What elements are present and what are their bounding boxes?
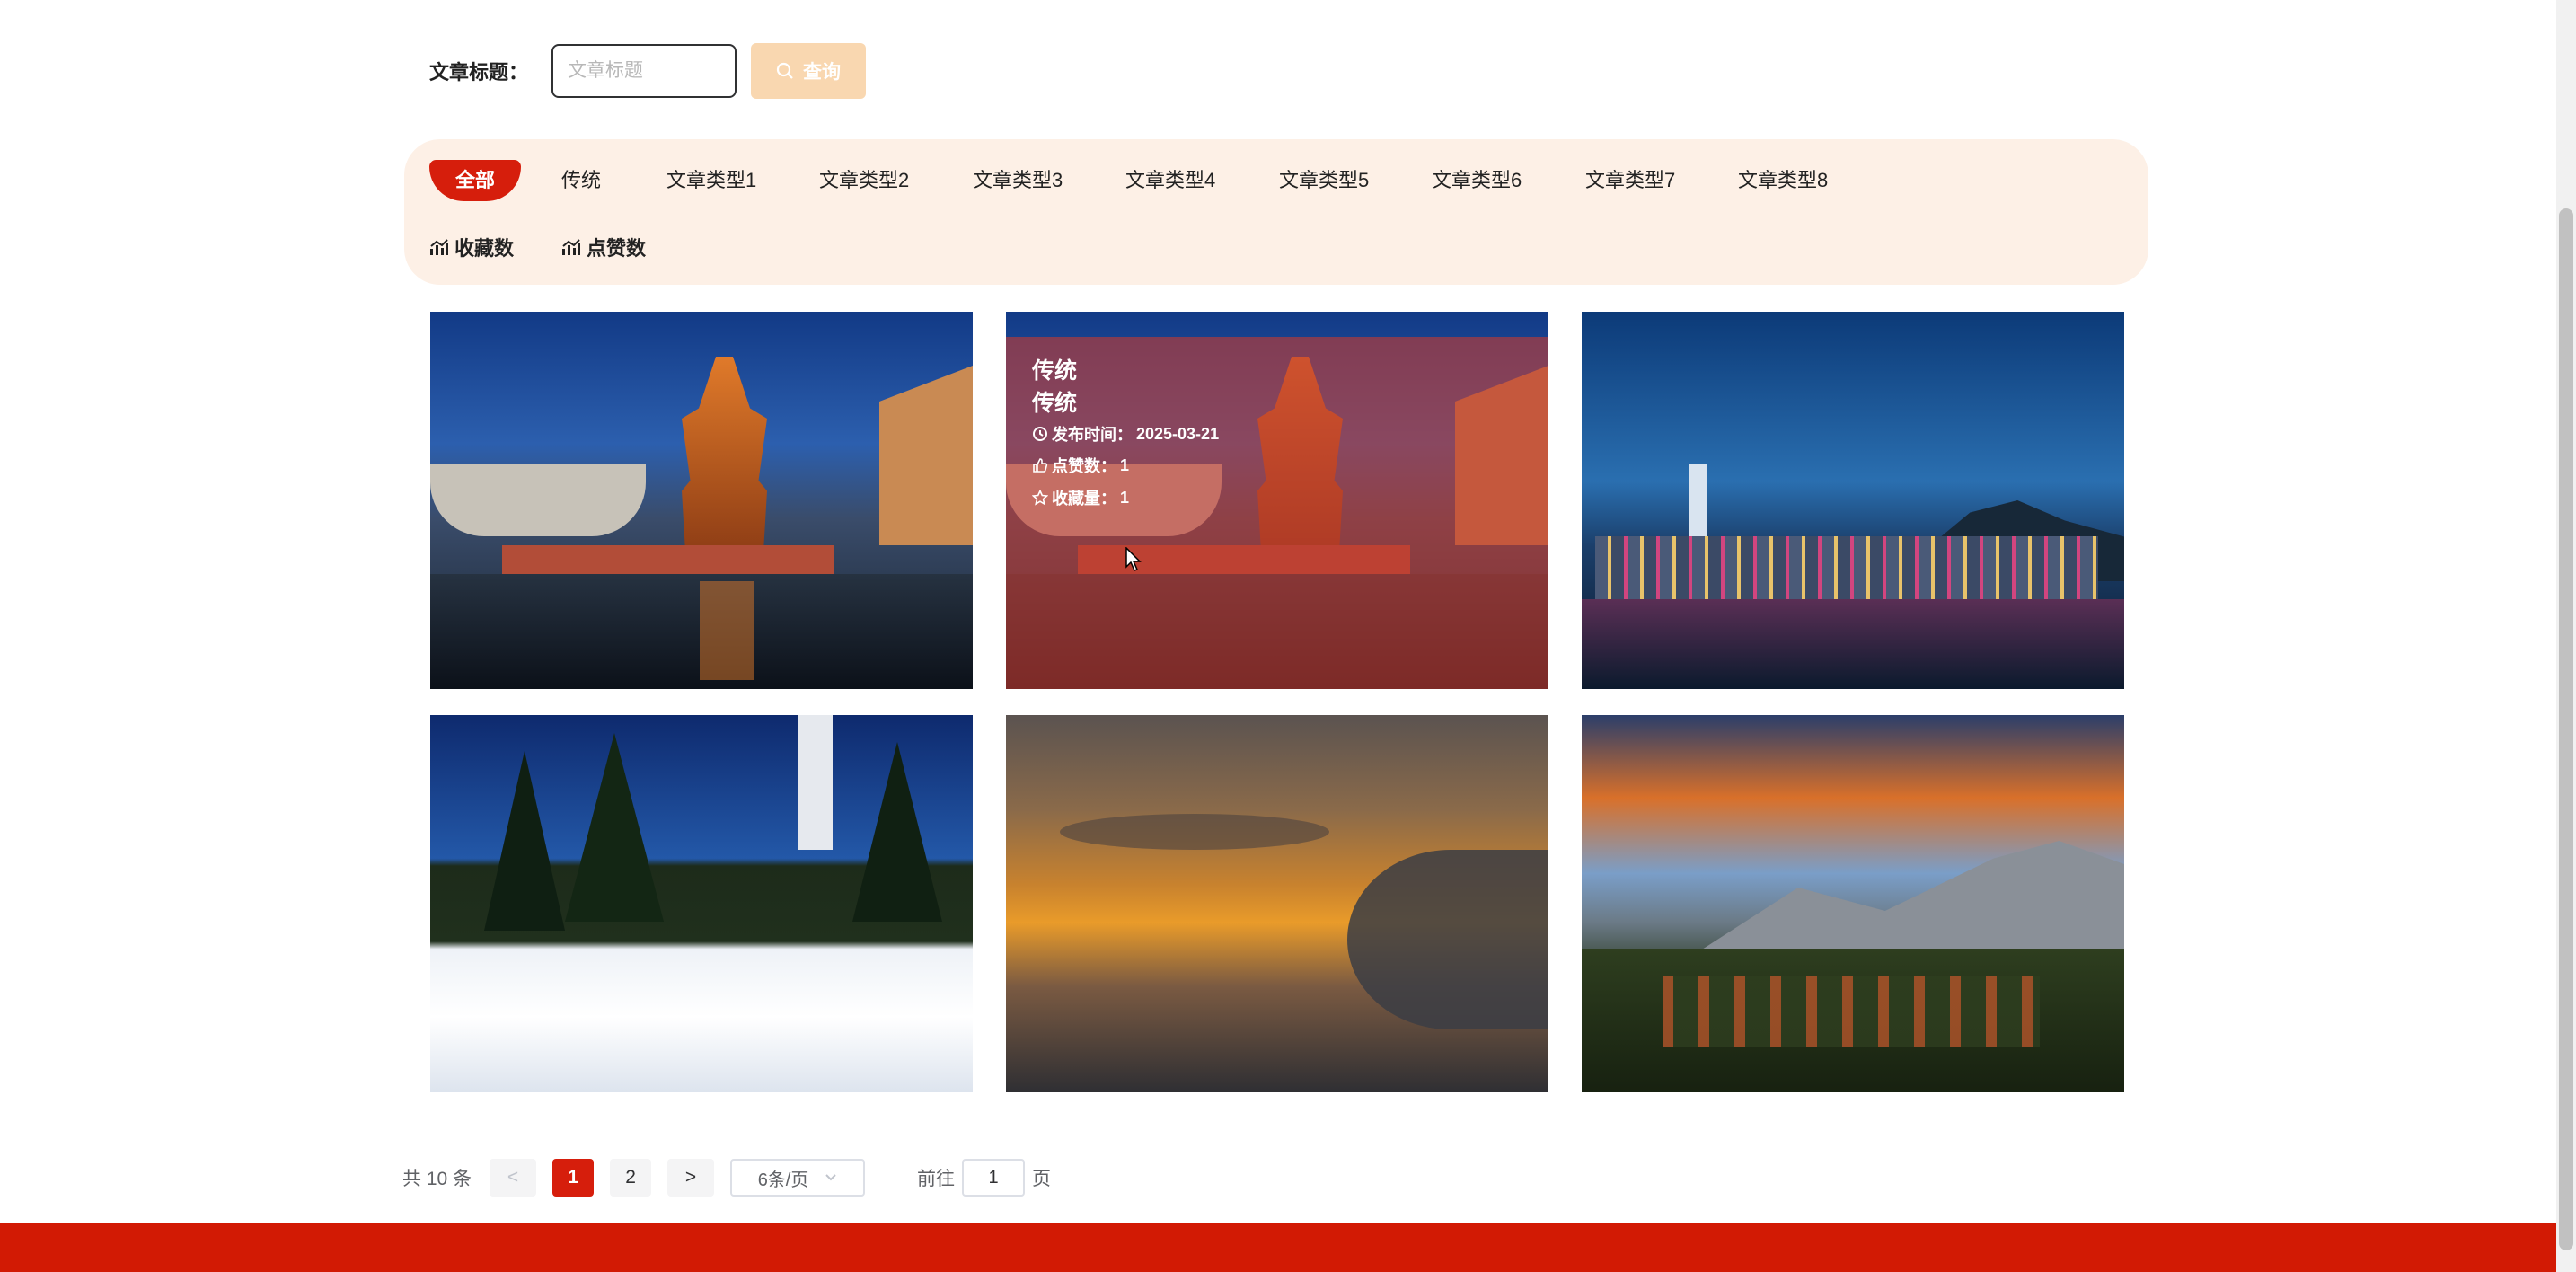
article-card[interactable]: 传统 传统 发布时间： 2025-03-21 点赞数： 1 收藏量： 1 <box>1006 312 1548 689</box>
bar-chart-icon <box>562 239 580 255</box>
thumbs-up-icon <box>1033 458 1048 473</box>
category-type-6[interactable]: 文章类型6 <box>1432 160 1522 201</box>
page-size-select[interactable]: 6条/页 <box>730 1159 866 1197</box>
category-type-1[interactable]: 文章类型1 <box>666 160 756 201</box>
card-title: 传统 <box>1032 358 1078 384</box>
article-card[interactable] <box>430 312 973 689</box>
chevron-down-icon <box>825 1174 837 1181</box>
card-likes: 点赞数： 1 <box>1032 454 1129 477</box>
article-thumbnail <box>1582 312 2124 689</box>
scrollbar-thumb[interactable] <box>2559 208 2573 1250</box>
star-icon <box>1032 490 1048 506</box>
footer-bar <box>0 1223 2556 1272</box>
next-page-button[interactable]: > <box>667 1159 715 1197</box>
article-thumbnail <box>1582 715 2124 1092</box>
article-thumbnail <box>1006 715 1548 1092</box>
clock-icon <box>1033 427 1047 441</box>
article-card[interactable] <box>1582 312 2124 689</box>
search-bar: 文章标题： 查询 <box>429 43 867 99</box>
search-label: 文章标题： <box>429 61 529 84</box>
mouse-cursor-icon <box>1125 547 1142 571</box>
category-all[interactable]: 全部 <box>429 160 521 201</box>
card-hover-overlay <box>1006 337 1548 689</box>
sort-by-likes[interactable]: 点赞数 <box>561 229 646 265</box>
search-button[interactable]: 查询 <box>751 43 867 99</box>
prev-page-button[interactable]: < <box>490 1159 537 1197</box>
goto-label: 前往 <box>917 1169 956 1189</box>
page-1-button[interactable]: 1 <box>552 1159 595 1197</box>
article-card[interactable] <box>430 715 973 1092</box>
category-type-8[interactable]: 文章类型8 <box>1738 160 1828 201</box>
sort-by-favorites[interactable]: 收藏数 <box>429 229 514 265</box>
page-2-button[interactable]: 2 <box>610 1159 652 1197</box>
category-type-7[interactable]: 文章类型7 <box>1585 160 1675 201</box>
article-card[interactable] <box>1582 715 2124 1092</box>
search-icon <box>776 62 793 79</box>
category-type-5[interactable]: 文章类型5 <box>1279 160 1369 201</box>
scrollbar-track[interactable] <box>2556 0 2576 1272</box>
search-input[interactable] <box>551 44 737 98</box>
sort-favorites-label: 收藏数 <box>454 237 515 260</box>
pagination-total: 共 10 条 <box>402 1169 472 1189</box>
category-traditional[interactable]: 传统 <box>561 160 601 201</box>
card-favorites: 收藏量： 1 <box>1032 486 1129 509</box>
search-button-label: 查询 <box>803 62 842 83</box>
pagination: 共 10 条 < 1 2 > 6条/页 前往 页 <box>402 1159 1051 1197</box>
article-card[interactable] <box>1006 715 1548 1092</box>
page-size-value: 6条/页 <box>757 1170 809 1190</box>
category-type-2[interactable]: 文章类型2 <box>819 160 909 201</box>
bar-chart-icon <box>430 239 448 255</box>
goto-page-input[interactable] <box>962 1159 1026 1197</box>
category-type-3[interactable]: 文章类型3 <box>973 160 1063 201</box>
article-thumbnail <box>430 715 973 1092</box>
card-publish-time: 发布时间： 2025-03-21 <box>1032 422 1219 446</box>
filter-panel: 全部 传统 文章类型1 文章类型2 文章类型3 文章类型4 文章类型5 文章类型… <box>404 139 2148 285</box>
card-category: 传统 <box>1032 391 1078 416</box>
sort-likes-label: 点赞数 <box>587 237 647 260</box>
article-thumbnail <box>430 312 973 689</box>
goto-suffix: 页 <box>1032 1169 1052 1189</box>
category-type-4[interactable]: 文章类型4 <box>1125 160 1215 201</box>
